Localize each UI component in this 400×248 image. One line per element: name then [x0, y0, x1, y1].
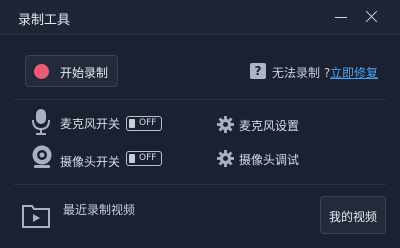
toggle-knob [129, 154, 135, 163]
webcam-icon [32, 145, 52, 168]
close-button[interactable] [362, 7, 382, 27]
divider [14, 184, 386, 185]
mic-toggle[interactable]: OFF [126, 116, 162, 131]
my-videos-button[interactable]: 我的视频 [320, 196, 386, 234]
minimize-button[interactable] [331, 7, 351, 27]
gear-icon [217, 116, 234, 133]
mic-settings-button[interactable]: 麦克风设置 [217, 116, 307, 134]
divider [14, 99, 386, 100]
camera-debug-button[interactable]: 摄像头调试 [217, 150, 307, 168]
video-folder-icon [22, 205, 50, 228]
fix-now-link[interactable]: 立即修复 [330, 64, 378, 81]
cant-record-text: 无法录制 ? [272, 66, 331, 80]
mic-toggle-state: OFF [139, 118, 157, 128]
recent-recordings-label: 最近录制视频 [63, 203, 136, 217]
camera-debug-label: 摄像头调试 [239, 153, 300, 167]
camera-switch-label: 摄像头开关 [60, 155, 121, 169]
camera-toggle-state: OFF [139, 153, 157, 163]
start-recording-button[interactable]: 开始录制 [25, 55, 118, 87]
camera-toggle[interactable]: OFF [126, 151, 162, 166]
help-icon: ? [250, 63, 266, 79]
record-dot-icon [34, 64, 49, 79]
gear-icon [217, 150, 234, 167]
microphone-icon [32, 109, 50, 135]
mic-switch-label: 麦克风开关 [60, 117, 121, 131]
start-recording-label: 开始录制 [60, 66, 109, 80]
window-title: 录制工具 [18, 13, 71, 28]
my-videos-label: 我的视频 [328, 210, 377, 224]
toggle-knob [129, 119, 135, 128]
mic-settings-label: 麦克风设置 [239, 119, 300, 133]
title-bar: 录制工具 [0, 0, 400, 35]
